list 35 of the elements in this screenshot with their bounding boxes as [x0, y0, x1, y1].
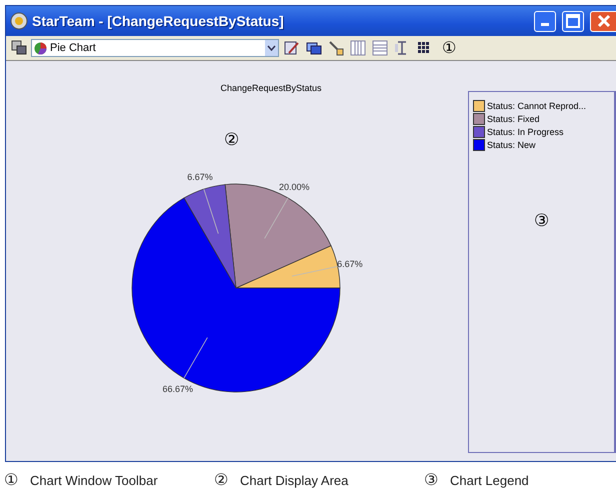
window-title: StarTeam - [ChangeRequestByStatus] [32, 13, 285, 29]
pie-chart-icon [34, 42, 47, 54]
leader-line [292, 266, 338, 276]
close-button[interactable] [590, 10, 616, 32]
chart-type-dropdown[interactable]: Pie Chart [31, 39, 279, 57]
caption: Chart Legend [450, 472, 529, 488]
chart-title: ChangeRequestByStatus [220, 83, 322, 93]
app-icon [10, 12, 28, 30]
callout-marker: ③ [534, 210, 549, 231]
callout-marker: ① [4, 471, 18, 490]
edit-chart-icon[interactable] [282, 38, 301, 58]
horizontal-grid-icon[interactable] [370, 38, 389, 58]
caption: Chart Window Toolbar [30, 472, 158, 488]
callout-marker: ② [214, 471, 228, 490]
maximize-icon [566, 14, 580, 28]
callout-marker: ① [442, 39, 456, 58]
caption: Chart Display Area [240, 472, 348, 488]
leader-line [264, 198, 288, 239]
legend-label: Status: New [487, 140, 536, 150]
leader-line [203, 188, 219, 234]
minimize-icon [541, 23, 549, 26]
legend-label: Status: Cannot Reprod... [487, 101, 586, 111]
leader-line [184, 337, 208, 378]
callout-marker: ③ [424, 471, 438, 490]
value-label: 6.67% [337, 258, 363, 269]
close-icon [596, 14, 610, 28]
legend-label: Status: In Progress [487, 127, 564, 137]
callout-marker: ② [224, 129, 239, 150]
minimize-button[interactable] [534, 10, 556, 32]
value-label: 20.00% [278, 182, 310, 192]
legend-label: Status: Fixed [487, 114, 540, 124]
maximize-button[interactable] [562, 10, 584, 32]
vertical-grid-icon[interactable] [348, 38, 367, 58]
value-label: 6.67% [187, 172, 213, 182]
value-label: 66.67% [162, 384, 194, 394]
